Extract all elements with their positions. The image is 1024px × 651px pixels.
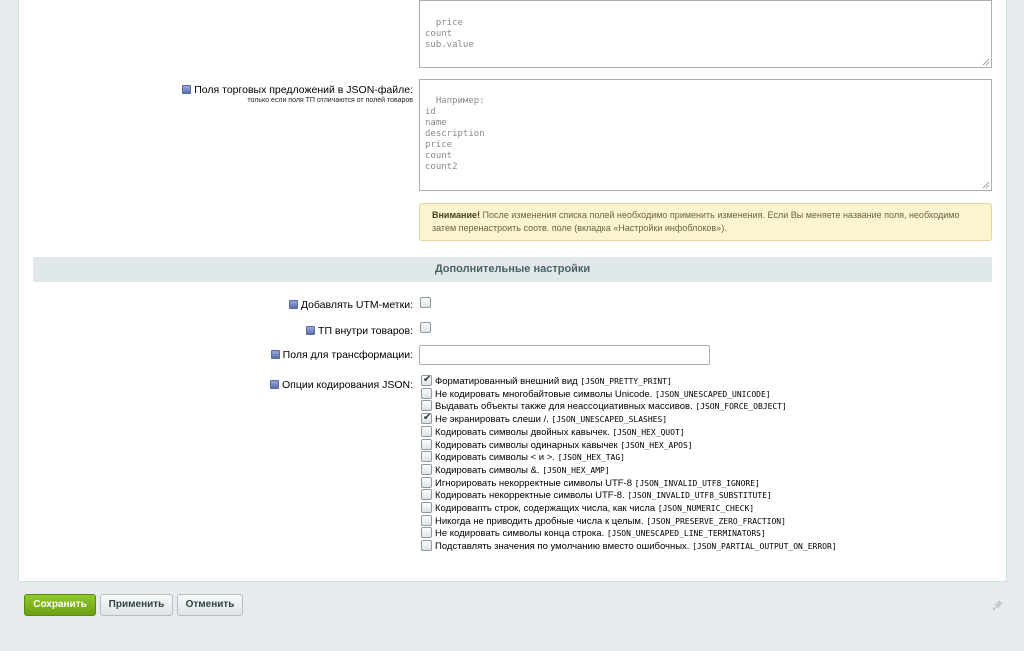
json-option-code: [JSON_HEX_TAG] [557, 453, 625, 463]
offers-fields-label-text: Поля торговых предложений в JSON-файле: [194, 84, 413, 96]
transform-fields-label-text: Поля для трансформации: [282, 349, 413, 361]
json-option-code: [JSON_HEX_QUOT] [612, 427, 685, 437]
json-option[interactable]: Выдавать объекты также для неассоциативн… [421, 400, 787, 413]
json-option-checkbox[interactable] [421, 425, 432, 437]
question-icon[interactable] [306, 326, 316, 335]
question-icon[interactable] [270, 380, 279, 389]
json-option-checkbox[interactable] [421, 451, 432, 463]
json-option-code: [JSON_UNESCAPED_LINE_TERMINATORS] [606, 529, 766, 539]
transform-fields-input[interactable] [419, 345, 710, 365]
json-option-text: Кодировать символы &. [435, 464, 540, 476]
warning-note: Внимание! После изменения списка полей н… [419, 203, 992, 241]
json-option-text: Подставлять значения по умолчанию вместо… [435, 541, 690, 553]
transform-fields-label: Поля для трансформации: [270, 349, 413, 361]
json-option[interactable]: Не экранировать слеши /. [JSON_UNESCAPED… [421, 411, 668, 426]
json-option-code: [JSON_HEX_AMP] [542, 465, 610, 475]
json-option-checkbox[interactable] [421, 400, 432, 412]
json-option-text: Кодировать символы < и >. [435, 452, 555, 464]
json-option-text: Игнорировать некорректные символы UTF-8 [435, 477, 632, 489]
utm-label: Добавлять UTM-метки: [288, 299, 413, 311]
json-option-checkbox[interactable] [421, 527, 432, 539]
resize-grip-icon[interactable] [982, 58, 990, 66]
offers-fields-label: Поля торговых предложений в JSON-файле: [182, 84, 413, 96]
json-option-checkbox[interactable] [421, 373, 432, 386]
offers-fields-textarea[interactable]: Например: id name description price coun… [419, 79, 992, 191]
json-option-text: Никогда не приводить дробные числа к цел… [435, 515, 644, 527]
tp-inside-label-text: ТП внутри товаров: [318, 325, 413, 337]
json-option[interactable]: Подставлять значения по умолчанию вместо… [421, 540, 837, 553]
json-option-code: [JSON_HEX_APOS] [620, 440, 693, 450]
apply-button[interactable]: Применить [100, 594, 173, 616]
json-option-text: Кодировать символы двойных кавычек. [435, 426, 610, 438]
json-option-checkbox[interactable] [421, 411, 432, 425]
json-option-text: Кодироваnть строк, содержащих числа, как… [435, 503, 656, 514]
tp-inside-label: ТП внутри товаров: [306, 325, 413, 337]
json-option-checkbox[interactable] [421, 489, 432, 501]
json-options-label-text: Опции кодирования JSON: [282, 379, 413, 391]
json-option[interactable]: Кодировать некорректные символы UTF-8. [… [421, 489, 772, 502]
json-option-text: Не кодировать многобайтовые символы Unic… [435, 388, 653, 400]
json-option-checkbox[interactable] [421, 502, 432, 513]
json-option-code: [JSON_PRETTY_PRINT] [580, 377, 672, 386]
json-option[interactable]: Игнорировать некорректные символы UTF-8 … [421, 476, 760, 490]
json-option-code: [JSON_UNESCAPED_SLASHES] [551, 415, 668, 425]
json-option-code: [JSON_INVALID_UTF8_SUBSTITUTE] [627, 491, 772, 501]
json-option-code: [JSON_UNESCAPED_UNICODE] [654, 389, 771, 399]
fields-textarea-value: price count sub.value [425, 18, 474, 50]
question-icon[interactable] [182, 85, 192, 94]
json-option[interactable]: Кодироваnть строк, содержащих числа, как… [421, 502, 754, 515]
json-option-code: [JSON_INVALID_UTF8_IGNORE] [634, 478, 760, 488]
json-option-text: Не кодировать символы конца строка. [435, 528, 605, 540]
fields-textarea[interactable]: price count sub.value [419, 0, 992, 68]
json-option[interactable]: Не кодировать многобайтовые символы Unic… [421, 387, 771, 401]
section-header: Дополнительные настройки [33, 257, 992, 282]
offers-fields-textarea-placeholder: Например: id name description price coun… [425, 96, 485, 172]
json-options-label: Опции кодирования JSON: [270, 379, 413, 391]
json-option-checkbox[interactable] [421, 387, 432, 399]
warning-title: Внимание! [432, 210, 480, 220]
cancel-button[interactable]: Отменить [177, 594, 243, 616]
json-option-text: Форматированный внешний вид [435, 376, 578, 387]
json-option-text: Кодировать символы одинарных кавычек [435, 439, 618, 451]
json-option[interactable]: Кодировать символы одинарных кавычек [JS… [421, 438, 693, 452]
json-option[interactable]: Кодировать символы < и >. [JSON_HEX_TAG] [421, 451, 625, 464]
warning-text: После изменения списка полей необходимо … [432, 210, 960, 233]
json-option-code: [JSON_NUMERIC_CHECK] [657, 504, 755, 513]
utm-checkbox[interactable] [420, 297, 431, 308]
json-option-checkbox[interactable] [421, 540, 432, 552]
json-option-text: Кодировать некорректные символы UTF-8. [435, 490, 625, 502]
pin-icon[interactable] [992, 599, 1004, 611]
json-option[interactable]: Кодировать символы двойных кавычек. [JSO… [421, 425, 685, 439]
tp-inside-checkbox[interactable] [420, 322, 431, 333]
json-option-text: Выдавать объекты также для неассоциативн… [435, 401, 693, 413]
resize-grip-icon[interactable] [982, 181, 990, 189]
json-option[interactable]: Кодировать символы &. [JSON_HEX_AMP] [421, 463, 610, 477]
json-option[interactable]: Форматированный внешний вид [JSON_PRETTY… [421, 373, 672, 388]
json-option[interactable]: Не кодировать символы конца строка. [JSO… [421, 527, 766, 540]
offers-fields-sublabel: только если поля ТП отличаются от полей … [247, 97, 413, 104]
json-option-code: [JSON_PRESERVE_ZERO_FRACTION] [646, 516, 786, 526]
json-option-checkbox[interactable] [421, 438, 432, 450]
json-option-code: [JSON_FORCE_OBJECT] [695, 402, 787, 412]
json-option-checkbox[interactable] [421, 463, 432, 475]
json-option-text: Не экранировать слеши /. [435, 414, 549, 426]
save-button[interactable]: Сохранить [24, 594, 96, 616]
json-option-code: [JSON_PARTIAL_OUTPUT_ON_ERROR] [692, 542, 837, 552]
utm-label-text: Добавлять UTM-метки: [300, 299, 413, 311]
json-option[interactable]: Никогда не приводить дробные числа к цел… [421, 514, 786, 528]
question-icon[interactable] [270, 350, 280, 359]
json-option-checkbox[interactable] [421, 514, 432, 526]
question-icon[interactable] [288, 300, 298, 309]
json-option-checkbox[interactable] [421, 476, 432, 488]
